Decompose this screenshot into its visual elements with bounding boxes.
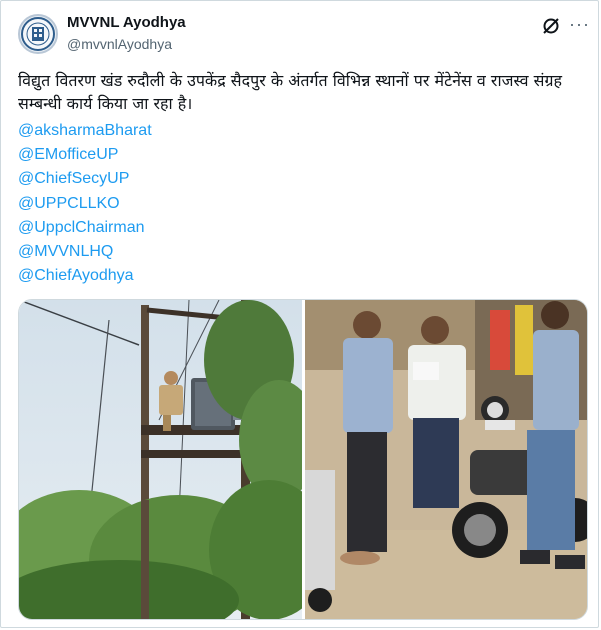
photo-transformer-pole[interactable] bbox=[19, 300, 302, 620]
mention-link[interactable]: @MVVNLHQ bbox=[18, 240, 152, 264]
mention-link[interactable]: @EMofficeUP bbox=[18, 143, 152, 167]
tweet-card: MVVNL Ayodhya @mvvnlAyodhya ··· विद्युत … bbox=[0, 0, 599, 628]
mention-link[interactable]: @ChiefAyodhya bbox=[18, 264, 152, 288]
grok-icon[interactable] bbox=[541, 16, 561, 36]
author-handle[interactable]: @mvvnlAyodhya bbox=[67, 36, 172, 52]
mention-link[interactable]: @ChiefSecyUP bbox=[18, 167, 152, 191]
mention-link[interactable]: @UppclChairman bbox=[18, 216, 152, 240]
mention-link[interactable]: @aksharmaBharat bbox=[18, 119, 152, 143]
mention-link[interactable]: @UPPCLLKO bbox=[18, 192, 152, 216]
photo-revenue-collection[interactable] bbox=[305, 300, 588, 620]
avatar[interactable] bbox=[18, 14, 58, 54]
utility-logo-icon bbox=[21, 17, 55, 51]
author-name[interactable]: MVVNL Ayodhya bbox=[67, 14, 186, 31]
media-grid bbox=[18, 299, 588, 620]
more-options-button[interactable]: ··· bbox=[569, 14, 590, 35]
post-text: विद्युत वितरण खंड रुदौली के उपकेंद्र सैद… bbox=[18, 71, 563, 113]
mentions-list: @aksharmaBharat @EMofficeUP @ChiefSecyUP… bbox=[18, 119, 152, 288]
